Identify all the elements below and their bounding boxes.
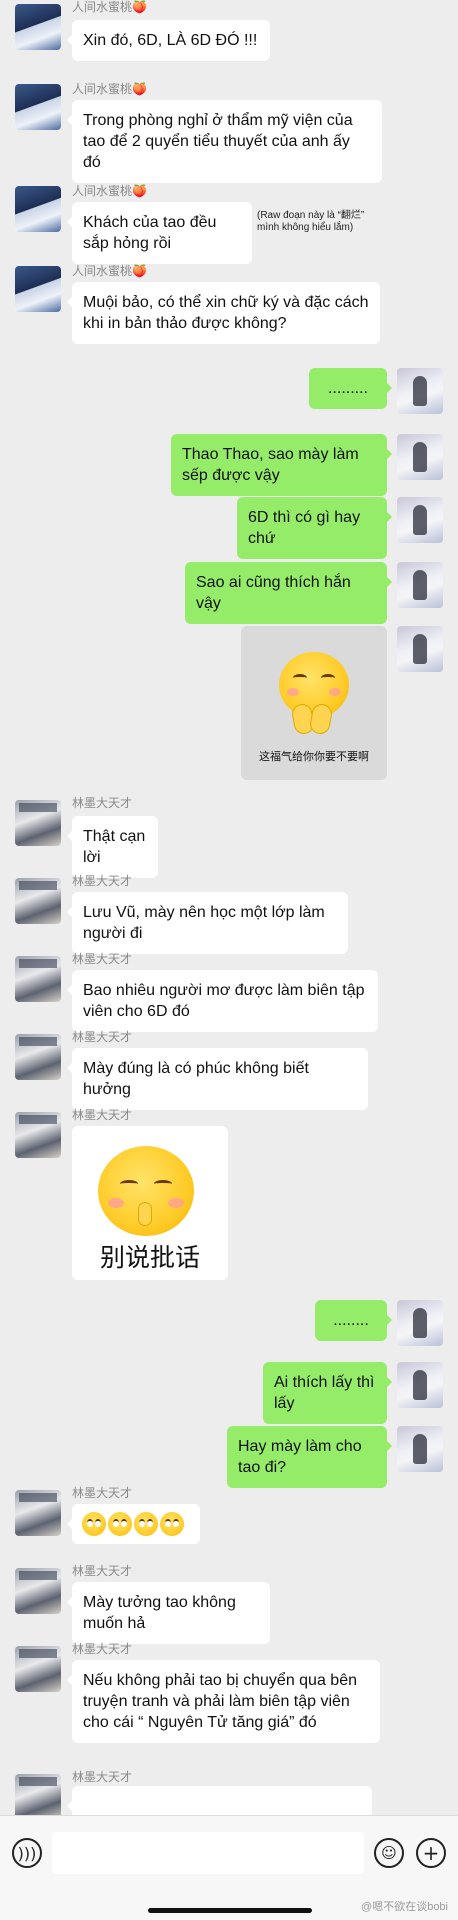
voice-icon[interactable]: ))) (12, 1838, 42, 1868)
emoji-icon[interactable]: ☺ (374, 1838, 404, 1868)
eye-roll-emoji-icon (160, 1512, 184, 1536)
sender-name: 林墨大天才 (72, 952, 133, 966)
sticker-message[interactable]: 这福气给你你要不要啊 (241, 626, 387, 780)
avatar[interactable] (397, 434, 443, 480)
sender-name: 人间水蜜桃🍑 (72, 264, 147, 278)
avatar[interactable] (15, 4, 61, 50)
sender-name: 林墨大天才 (72, 1642, 133, 1656)
input-bar: ))) ☺ + @嗯不欲在谈bobi (0, 1815, 458, 1920)
avatar[interactable] (397, 1362, 443, 1408)
message-bubble[interactable]: Hay mày làm cho tao đi? (227, 1426, 392, 1488)
sender-name: 林墨大天才 (72, 1030, 133, 1044)
sender-name: 林墨大天才 (72, 874, 133, 888)
message-bubble[interactable]: Thật cạn lời (67, 816, 158, 878)
avatar[interactable] (15, 1568, 61, 1614)
message-bubble[interactable]: Mày tưởng tao không muốn hả (67, 1582, 270, 1644)
sender-name: 人间水蜜桃🍑 (72, 184, 147, 198)
avatar[interactable] (397, 562, 443, 608)
sender-name: 人间水蜜桃🍑 (72, 0, 147, 14)
sender-name: 林墨大天才 (72, 1486, 133, 1500)
avatar[interactable] (15, 1646, 61, 1692)
avatar[interactable] (397, 1426, 443, 1472)
sender-name: 林墨大天才 (72, 1108, 133, 1122)
message-bubble[interactable]: Khách của tao đều sắp hỏng rồi (67, 202, 252, 264)
sender-name: 林墨大天才 (72, 1770, 133, 1784)
sender-name: 林墨大天才 (72, 796, 133, 810)
avatar[interactable] (15, 878, 61, 924)
eye-roll-emoji-icon (108, 1512, 132, 1536)
avatar[interactable] (15, 186, 61, 232)
sticker-message[interactable]: 别说批话 (72, 1126, 228, 1280)
avatar[interactable] (15, 956, 61, 1002)
message-bubble[interactable]: Nếu không phải tao bị chuyển qua bên tru… (67, 1660, 380, 1743)
shush-emoji-icon (98, 1146, 194, 1236)
chat-window[interactable]: 人间水蜜桃🍑 Xin đó, 6D, LÀ 6D ĐÓ !!! 人间水蜜桃🍑 T… (0, 0, 458, 1920)
message-bubble[interactable]: Bao nhiêu người mơ được làm biên tập viê… (67, 970, 378, 1032)
avatar[interactable] (397, 497, 443, 543)
sender-name: 林墨大天才 (72, 1564, 133, 1578)
message-bubble[interactable]: 6D thì có gì hay chứ (237, 497, 392, 559)
message-bubble[interactable]: ......... (309, 368, 392, 409)
avatar[interactable] (397, 1300, 443, 1346)
message-bubble[interactable]: Xin đó, 6D, LÀ 6D ĐÓ !!! (67, 20, 270, 61)
emoji-message[interactable] (67, 1504, 200, 1544)
message-bubble[interactable]: Trong phòng nghỉ ở thẩm mỹ viện của tao … (67, 100, 382, 183)
message-bubble[interactable]: Muội bảo, có thể xin chữ ký và đặc cách … (67, 282, 380, 344)
translator-note: (Raw đoạn này là “翻烂” mình không hiểu lắ… (257, 210, 365, 233)
sticker-caption: 别说批话 (99, 1243, 200, 1272)
message-bubble[interactable]: ........ (315, 1300, 392, 1341)
sender-name: 人间水蜜桃🍑 (72, 82, 147, 96)
avatar[interactable] (15, 1034, 61, 1080)
message-bubble[interactable]: Mày đúng là có phúc không biết hưởng (67, 1048, 368, 1110)
avatar[interactable] (15, 1774, 61, 1820)
avatar[interactable] (15, 1490, 61, 1536)
avatar[interactable] (15, 84, 61, 130)
eye-roll-emoji-icon (134, 1512, 158, 1536)
plus-icon[interactable]: + (416, 1838, 446, 1868)
avatar[interactable] (397, 368, 443, 414)
message-input[interactable] (52, 1832, 364, 1874)
avatar[interactable] (15, 266, 61, 312)
watermark: @嗯不欲在谈bobi (361, 1901, 448, 1913)
message-bubble[interactable]: Lưu Vũ, mày nên học một lớp làm người đi (67, 892, 348, 954)
avatar[interactable] (15, 800, 61, 846)
avatar[interactable] (397, 626, 443, 672)
message-bubble[interactable]: Ai thích lấy thì lấy (263, 1362, 392, 1424)
home-indicator[interactable] (148, 1908, 312, 1913)
avatar[interactable] (15, 1112, 61, 1158)
sticker-caption: 这福气给你你要不要啊 (259, 751, 369, 763)
message-bubble[interactable]: Thao Thao, sao mày làm sếp được vậy (171, 434, 392, 496)
message-bubble[interactable]: Sao ai cũng thích hắn vậy (185, 562, 392, 624)
eye-roll-emoji-icon (82, 1512, 106, 1536)
